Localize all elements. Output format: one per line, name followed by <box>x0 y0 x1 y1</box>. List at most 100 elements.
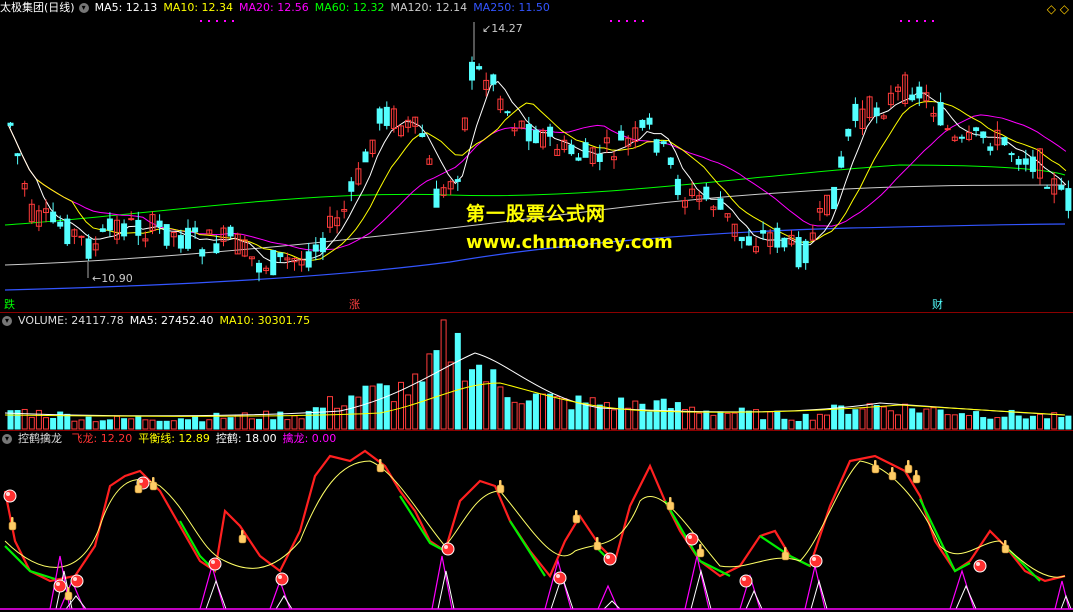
volume-bar <box>596 404 603 430</box>
volume-bar <box>206 419 213 430</box>
volume-bar <box>21 408 28 430</box>
volume-bar <box>1015 415 1022 430</box>
volume-bar <box>880 406 887 430</box>
volume-bar <box>220 417 227 430</box>
candle-body <box>476 66 483 70</box>
volume-bar <box>525 400 532 430</box>
volume-chart[interactable] <box>0 313 1073 430</box>
volume-bar <box>170 420 177 430</box>
hand-finger <box>499 480 502 486</box>
hand-icon <box>696 548 705 558</box>
hand-finger <box>11 517 14 523</box>
price-pane[interactable]: 太极集团(日线) ▾ MA5: 12.13 MA10: 12.34 MA20: 12.5… <box>0 0 1073 312</box>
volume-bar <box>78 419 85 430</box>
candle-body <box>469 61 475 81</box>
volume-bar <box>703 410 710 430</box>
volume-bar <box>873 405 880 430</box>
volume-bar <box>426 353 433 430</box>
indicator-chart[interactable] <box>0 431 1073 612</box>
candle-body <box>99 228 106 232</box>
volume-bar <box>845 413 852 430</box>
candle-body <box>596 153 603 162</box>
volume-bar <box>28 416 35 430</box>
high-label: ↙14.27 <box>482 22 523 35</box>
hand-icon <box>904 464 913 474</box>
hand-icon <box>666 501 675 511</box>
signal-dot <box>200 20 202 22</box>
signal-dot <box>610 20 612 22</box>
candle-body <box>973 127 980 132</box>
hand-finger <box>891 467 894 473</box>
qinlong-triangle <box>949 569 975 610</box>
qinlong-triangle <box>199 563 225 610</box>
volume-bar <box>234 414 241 430</box>
signal-dot <box>618 20 620 22</box>
candle-body <box>717 198 724 210</box>
hand-icon <box>496 484 505 494</box>
candle-body <box>128 218 135 221</box>
volume-bar <box>291 415 298 430</box>
volume-bar <box>639 403 646 430</box>
candle-body <box>1058 185 1065 190</box>
volume-bar <box>504 397 511 430</box>
volume-bar <box>142 419 149 430</box>
volume-bar <box>43 417 49 430</box>
candle-body <box>774 227 781 248</box>
hand-icon <box>572 514 581 524</box>
buy-ball-icon <box>70 574 84 588</box>
indicator-pane[interactable]: ▾ 控鹤擒龙 飞龙: 12.20 平衡线: 12.89 控鹤: 18.00 擒龙: 0.… <box>0 431 1073 612</box>
volume-bar <box>227 417 234 430</box>
volume-bar <box>497 386 504 430</box>
volume-bar <box>114 415 120 430</box>
ball-highlight <box>742 577 746 581</box>
candle-body <box>78 235 85 238</box>
hand-icon <box>8 521 17 531</box>
volume-bar <box>646 411 653 430</box>
hand-icon <box>781 551 790 561</box>
hand-finger <box>699 544 702 550</box>
volume-bar <box>1065 415 1072 430</box>
candle-body <box>185 227 191 249</box>
candle-body <box>532 129 539 144</box>
candle-body <box>14 153 21 157</box>
hand-finger <box>874 460 877 466</box>
ball-highlight <box>278 575 282 579</box>
candlestick-chart[interactable]: ↙14.27 ←10.90 <box>0 0 1073 312</box>
signal-dot <box>924 20 926 22</box>
volume-bar <box>689 406 696 430</box>
volume-bar <box>547 393 554 430</box>
signal-dot <box>216 20 218 22</box>
volume-bar <box>50 417 57 430</box>
ball-highlight <box>211 560 215 564</box>
volume-bar <box>163 420 170 430</box>
volume-bar <box>1022 418 1029 430</box>
volume-bar <box>980 417 987 430</box>
candle-body <box>845 128 852 137</box>
volume-bar <box>611 409 617 430</box>
volume-bar <box>745 410 752 430</box>
volume-bar <box>532 393 539 430</box>
candle-body <box>85 238 92 259</box>
volume-bar <box>554 396 561 430</box>
candle-body <box>525 123 532 142</box>
volume-bar <box>994 417 1001 430</box>
ball-highlight <box>812 557 816 561</box>
hand-icon <box>593 541 602 551</box>
volume-bar <box>816 413 823 430</box>
candle-body <box>1022 158 1029 165</box>
tag-zhang: 涨 <box>349 298 360 311</box>
candle-body <box>909 94 916 101</box>
buy-ball-icon <box>53 579 67 593</box>
candle-body <box>192 227 199 233</box>
volume-bar <box>383 385 390 430</box>
tag-die: 跌 <box>4 298 15 311</box>
volume-bar <box>660 398 667 430</box>
volume-pane[interactable]: ▾ VOLUME: 24117.78 MA5: 27452.40 MA10: 3030… <box>0 313 1073 430</box>
candle-body <box>1065 188 1072 211</box>
volume-bar <box>618 397 625 430</box>
volume-bar <box>433 350 440 430</box>
candle-body <box>64 218 71 245</box>
volume-bar <box>298 418 305 430</box>
volume-bar <box>575 395 582 430</box>
volume-bar <box>589 397 596 430</box>
